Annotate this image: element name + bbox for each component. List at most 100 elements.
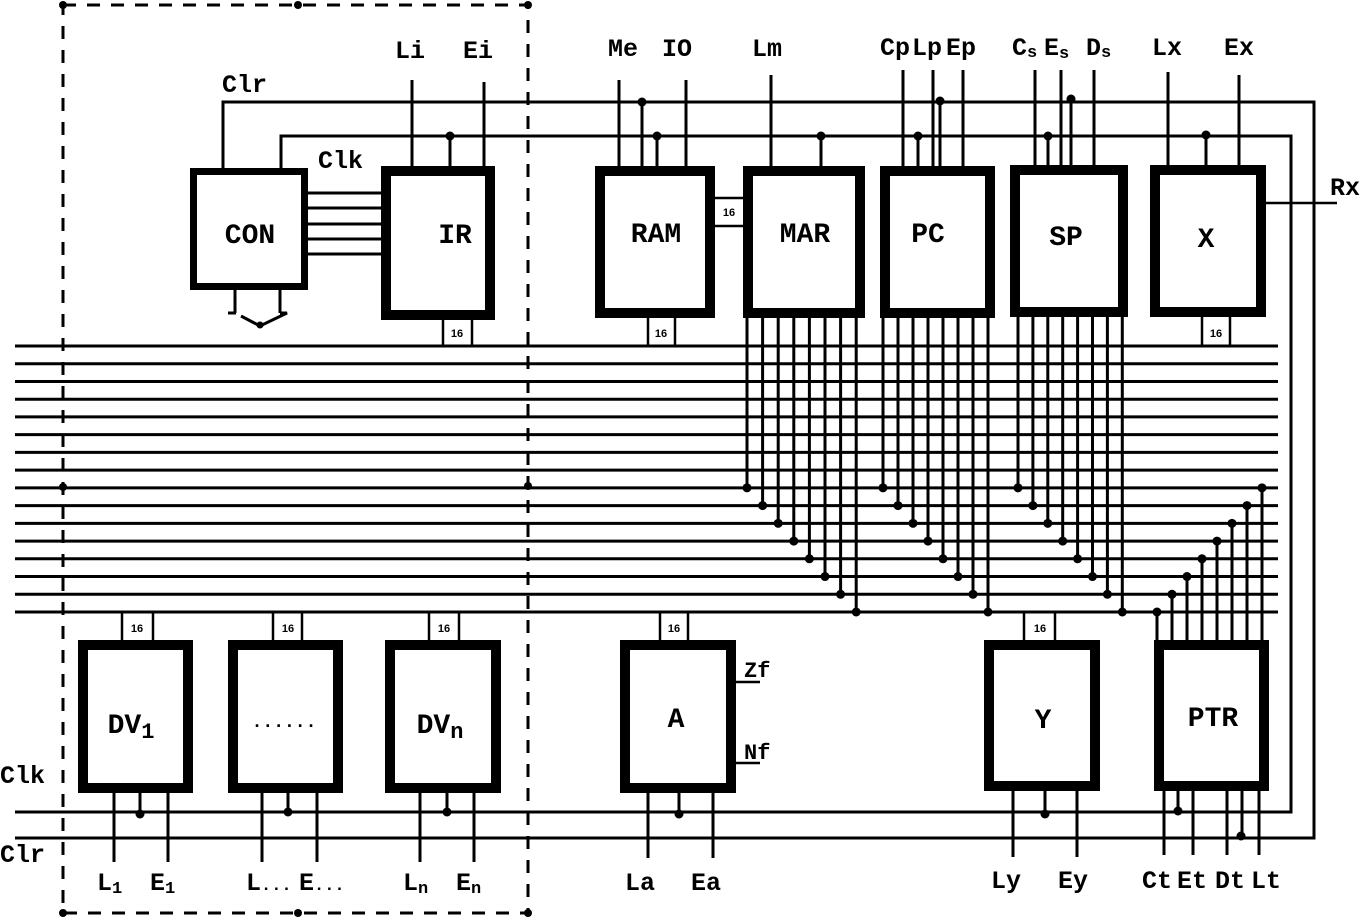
register-dv1: 16 DV1 L1 E1 xyxy=(78,612,193,899)
bus-width-label: 16 xyxy=(1034,623,1046,635)
signal-label-li: Li xyxy=(395,37,425,66)
junction-dot xyxy=(820,572,830,582)
junction-dot xyxy=(878,483,888,493)
junction-dot xyxy=(836,589,846,599)
register-x: 16 X Lx Ex Rx xyxy=(1150,34,1360,346)
signal-label-l1: L1 xyxy=(97,869,122,899)
bus-width-label: 16 xyxy=(668,623,680,635)
junction-dot xyxy=(1201,130,1211,140)
signal-label-et: Et xyxy=(1177,867,1207,896)
signal-label-ct: Ct xyxy=(1142,867,1172,896)
signal-label-en: En xyxy=(456,869,481,899)
signal-label-ds: Ds xyxy=(1086,34,1111,63)
signal-label-e-ellipsis: E... xyxy=(299,869,345,898)
junction-dot xyxy=(1102,589,1112,599)
junction-dot xyxy=(1173,806,1183,816)
signal-label-es: Es xyxy=(1044,34,1069,64)
sp-label: SP xyxy=(1049,223,1083,254)
junction-dot xyxy=(442,807,452,817)
junction-dot xyxy=(789,536,799,546)
signal-label-la: La xyxy=(625,869,655,898)
junction-dot xyxy=(742,483,752,493)
signal-label-me: Me xyxy=(608,35,638,64)
junction-dot xyxy=(1257,483,1267,493)
signal-label-cs: Cs xyxy=(1012,34,1037,63)
x-label: X xyxy=(1198,225,1215,256)
register-con: CON xyxy=(190,168,381,329)
clr-label-left: Clr xyxy=(0,841,45,870)
register-dv-ellipsis: 16 ...... L... E... xyxy=(228,612,345,898)
bus-width-label: 16 xyxy=(451,328,463,340)
signal-label-ex: Ex xyxy=(1224,34,1254,63)
junction-dot xyxy=(1182,572,1192,582)
junction-dot xyxy=(1242,501,1252,511)
bus-width-label: 16 xyxy=(438,623,450,635)
junction-dot xyxy=(953,572,963,582)
clk-label-top: Clk xyxy=(318,147,363,176)
signal-label-ei: Ei xyxy=(463,37,493,66)
signal-label-lm: Lm xyxy=(752,35,782,64)
signal-label-dt: Dt xyxy=(1215,867,1245,896)
clr-label-top: Clr xyxy=(222,71,267,100)
boundary-mid-dot xyxy=(294,1,302,9)
register-ptr: PTR Ct Et Dt Lt xyxy=(1142,640,1281,896)
junction-dot xyxy=(1073,554,1083,564)
signal-label-lt: Lt xyxy=(1251,867,1281,896)
register-mar: MAR Lm xyxy=(743,35,865,318)
junction-dot xyxy=(758,501,768,511)
signal-label-rx: Rx xyxy=(1330,174,1360,203)
signal-label-lp: Lp xyxy=(912,34,942,63)
junction-dot xyxy=(1227,518,1237,528)
dv-ellipsis-label: ...... xyxy=(252,713,317,733)
signal-label-lx: Lx xyxy=(1152,34,1182,63)
flag-label-nf: Nf xyxy=(744,741,770,766)
junction-dot xyxy=(893,501,903,511)
con-label: CON xyxy=(225,221,275,252)
signal-label-ln: Ln xyxy=(403,869,428,899)
boundary-corner-dot xyxy=(59,909,67,917)
bus-taps xyxy=(742,317,1267,641)
junction-dot xyxy=(816,131,826,141)
ptr-label: PTR xyxy=(1188,704,1239,735)
boundary-corner-dot xyxy=(524,1,532,9)
register-dvn: 16 DVn Ln En xyxy=(385,612,501,899)
junction-dot xyxy=(1040,809,1050,819)
junction-dot xyxy=(445,131,455,141)
a-label: A xyxy=(668,705,685,736)
junction-dot xyxy=(1066,94,1076,104)
register-pc: PC Cp Lp Ep xyxy=(880,34,995,318)
ram-mar-width-label: 16 xyxy=(723,207,735,219)
bus-width-label: 16 xyxy=(655,328,667,340)
signal-label-e1: E1 xyxy=(150,869,175,899)
junction-dot xyxy=(652,131,662,141)
register-ir: 16 IR Li Ei xyxy=(381,37,495,346)
boundary-corner-dot xyxy=(59,1,67,9)
junction-dot xyxy=(1236,831,1246,841)
signal-label-ea: Ea xyxy=(691,869,721,898)
junction-dot xyxy=(1058,536,1068,546)
y-label: Y xyxy=(1035,706,1052,737)
signal-label-ly: Ly xyxy=(991,867,1021,896)
junction-dot xyxy=(1043,518,1053,528)
register-ram: 16 16 RAM Me IO xyxy=(595,35,743,346)
junction-dot xyxy=(913,131,923,141)
junction-dot xyxy=(773,518,783,528)
boundary-corner-dot xyxy=(524,909,532,917)
junction-dot xyxy=(1043,131,1053,141)
junction-dot xyxy=(1167,589,1177,599)
junction-dot xyxy=(804,554,814,564)
clk-label-left: Clk xyxy=(0,762,45,791)
signal-label-ey: Ey xyxy=(1058,867,1088,896)
register-sp: SP Cs Es Ds xyxy=(1010,34,1128,317)
junction-dot xyxy=(1197,554,1207,564)
junction-dot xyxy=(256,321,264,329)
cpu-architecture-diagram: Clr Clk Clk Clr CON 16 IR Li Ei 16 16 RA… xyxy=(0,0,1363,921)
bus-width-label: 16 xyxy=(131,623,143,635)
junction-dot xyxy=(935,96,945,106)
junction-dot xyxy=(851,607,861,617)
con-output-chevron xyxy=(240,311,288,328)
bus-width-label: 16 xyxy=(1210,328,1222,340)
junction-dot xyxy=(637,97,647,107)
signal-label-ep: Ep xyxy=(946,34,976,63)
flag-label-zf: Zf xyxy=(744,659,770,684)
